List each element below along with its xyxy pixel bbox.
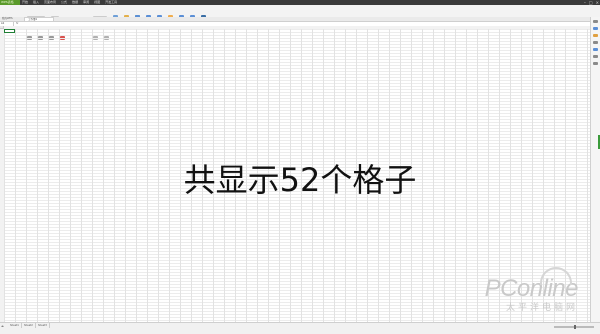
panel-style-icon[interactable] bbox=[593, 34, 598, 37]
panel-property-icon[interactable] bbox=[593, 41, 598, 44]
zoom-slider-handle[interactable] bbox=[574, 325, 576, 329]
panel-help-icon[interactable] bbox=[593, 62, 598, 65]
panel-select-icon[interactable] bbox=[593, 27, 598, 30]
sheet-tab-1[interactable]: Sheet1 bbox=[8, 323, 22, 328]
tab-home[interactable]: 我的WPS bbox=[2, 17, 22, 21]
panel-new-icon[interactable] bbox=[593, 20, 598, 23]
active-cell[interactable] bbox=[4, 29, 15, 33]
panel-share-icon[interactable] bbox=[593, 55, 598, 58]
panel-backup-icon[interactable] bbox=[593, 48, 598, 51]
overlay-caption: 共显示52个格子 bbox=[183, 161, 417, 199]
number-group bbox=[92, 6, 109, 40]
sheet-tab-2[interactable]: Sheet2 bbox=[22, 323, 36, 328]
spreadsheet-window: WPS表格 开始 插入 页面布局 公式 数据 审阅 视图 开发工具 – □ × bbox=[0, 0, 600, 334]
sheet-nav-arrows-icon[interactable]: ◂▸ bbox=[1, 324, 4, 328]
editing-group bbox=[134, 6, 207, 21]
watermark: PConline 太平洋电脑网 bbox=[485, 267, 579, 313]
status-bar: ◂▸ Sheet1 Sheet2 Sheet3 bbox=[0, 322, 600, 334]
tab-workbook[interactable]: 工作簿1 bbox=[24, 17, 54, 21]
sheet-tab-3[interactable]: Sheet3 bbox=[36, 323, 50, 328]
